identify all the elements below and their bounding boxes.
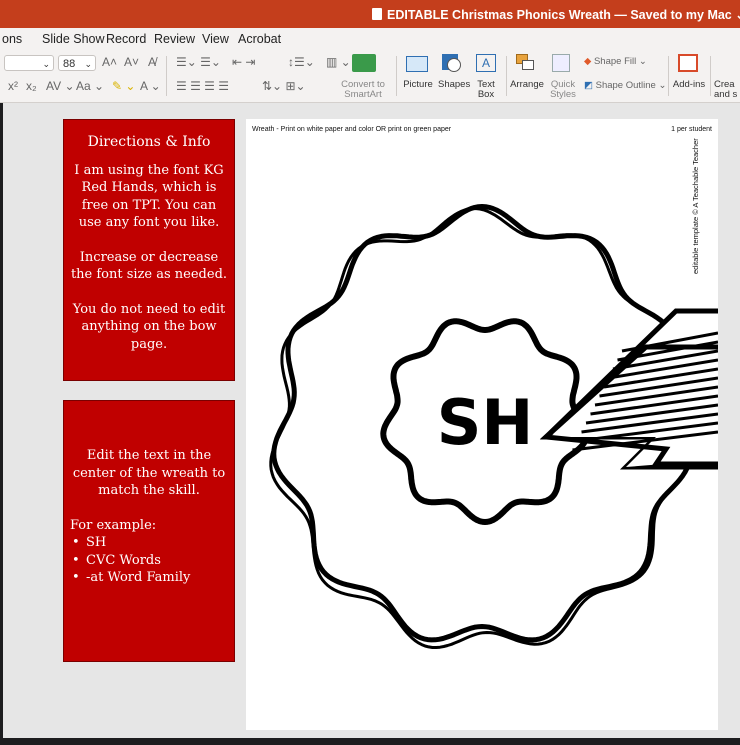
quick-styles-icon[interactable] — [552, 54, 570, 72]
character-spacing-icon[interactable]: AV ⌄ — [46, 79, 75, 93]
window-title: EDITABLE Christmas Phonics Wreath — Save… — [372, 7, 740, 22]
divider — [396, 56, 397, 96]
picture-label[interactable]: Picture — [400, 80, 436, 90]
arrange-back-icon — [522, 60, 534, 70]
clear-format-icon[interactable]: A̸ — [148, 55, 156, 69]
title-bar: EDITABLE Christmas Phonics Wreath — Save… — [0, 0, 740, 28]
shape-outline-button[interactable]: ◩ Shape Outline ⌄ — [584, 80, 666, 91]
picture-icon[interactable] — [406, 56, 428, 72]
smartart-icon[interactable] — [352, 54, 376, 72]
circle-shape-icon — [447, 58, 461, 72]
chevron-down-icon: ⌄ — [84, 59, 92, 69]
tab-acrobat[interactable]: Acrobat — [238, 32, 281, 46]
example-item: SH — [72, 534, 228, 552]
decrease-font-icon[interactable]: A˅ — [124, 55, 139, 69]
example-item: -at Word Family — [72, 569, 228, 587]
quick-styles-label[interactable]: Quick Styles — [546, 80, 580, 100]
shape-fill-label: Shape Fill — [593, 56, 637, 67]
edit-note[interactable]: Edit the text in the center of the wreat… — [63, 400, 235, 662]
bottom-frame — [0, 738, 740, 745]
text-box-label[interactable]: Text Box — [472, 80, 500, 100]
shapes-label[interactable]: Shapes — [438, 80, 470, 90]
directions-text-2: Increase or decrease the font size as ne… — [70, 249, 228, 283]
slide-page[interactable]: Wreath - Print on white paper and color … — [246, 119, 718, 730]
wreath-center-text[interactable]: SH — [437, 386, 534, 459]
increase-font-icon[interactable]: A˄ — [102, 55, 117, 69]
document-icon — [372, 8, 382, 20]
shape-outline-label: Shape Outline — [595, 80, 656, 91]
pen-icon: ◩ — [584, 80, 593, 91]
change-case-icon[interactable]: Aa ⌄ — [76, 79, 104, 93]
create-share-line2: and s — [714, 89, 738, 100]
directions-text-1: I am using the font KG Red Hands, which … — [74, 162, 224, 231]
text-box-icon[interactable]: A — [476, 54, 496, 72]
superscript-icon[interactable]: x² — [8, 79, 18, 93]
directions-text-3: You do not need to edit anything on the … — [72, 301, 226, 352]
ribbon-tabs: ons Slide Show Record Review View Acroba… — [0, 28, 740, 50]
font-name-dropdown[interactable]: ⌄ — [4, 55, 54, 71]
create-share-label[interactable]: Crea and s — [714, 80, 740, 100]
convert-smartart-label: Convert to SmartArt — [338, 80, 388, 100]
shape-fill-button[interactable]: ◆ Shape Fill ⌄ — [584, 56, 647, 67]
example-item: CVC Words — [72, 552, 228, 570]
example-label: For example: — [70, 517, 157, 533]
align-left-icon[interactable]: ☰ ☰ ☰ ☰ — [176, 79, 229, 93]
divider — [668, 56, 669, 96]
subscript-icon[interactable]: x₂ — [26, 79, 37, 93]
directions-note[interactable]: Directions & Info I am using the font KG… — [63, 119, 235, 381]
paint-bucket-icon: ◆ — [584, 56, 592, 67]
example-list: SH CVC Words -at Word Family — [70, 534, 228, 587]
tab-view[interactable]: View — [202, 32, 229, 46]
text-direction-icon[interactable]: ⇅⌄ ⊞⌄ — [262, 79, 306, 93]
quick-styles-line2: Styles — [550, 89, 576, 100]
wreath-graphic[interactable]: SH — [246, 119, 718, 730]
add-ins-icon[interactable] — [678, 54, 698, 72]
indent-icon[interactable]: ⇤ ⇥ — [232, 55, 255, 69]
bullets-icon[interactable]: ☰⌄ ☰⌄ — [176, 55, 221, 69]
add-ins-label[interactable]: Add-ins — [672, 80, 706, 90]
tab-animations[interactable]: ons — [2, 32, 22, 46]
chevron-down-icon: ⌄ — [42, 59, 50, 69]
ribbon-toolbar: ⌄ 88 ⌄ A˄ A˅ A̸ x² x₂ AV ⌄ Aa ⌄ ✎ ⌄ A ⌄ ☰… — [0, 50, 740, 103]
tab-review[interactable]: Review — [154, 32, 195, 46]
edit-text: Edit the text in the center of the wreat… — [72, 448, 226, 498]
tab-slide-show[interactable]: Slide Show — [42, 32, 105, 46]
font-size-value: 88 — [63, 58, 76, 70]
directions-heading: Directions & Info — [87, 134, 211, 150]
columns-icon[interactable]: ▥ ⌄ — [326, 55, 351, 69]
font-color-icon[interactable]: A ⌄ — [140, 79, 161, 93]
text-box-line2: Box — [477, 89, 495, 100]
highlight-icon[interactable]: ✎ ⌄ — [112, 79, 135, 93]
divider — [166, 56, 167, 96]
divider — [710, 56, 711, 96]
divider — [506, 56, 507, 96]
tab-record[interactable]: Record — [106, 32, 146, 46]
line-spacing-icon[interactable]: ↕☰⌄ — [288, 55, 315, 69]
window-title-text: EDITABLE Christmas Phonics Wreath — Save… — [387, 8, 740, 22]
font-size-dropdown[interactable]: 88 ⌄ — [58, 55, 96, 71]
arrange-label[interactable]: Arrange — [510, 80, 544, 90]
convert-smartart-line2: SmartArt — [344, 89, 382, 100]
